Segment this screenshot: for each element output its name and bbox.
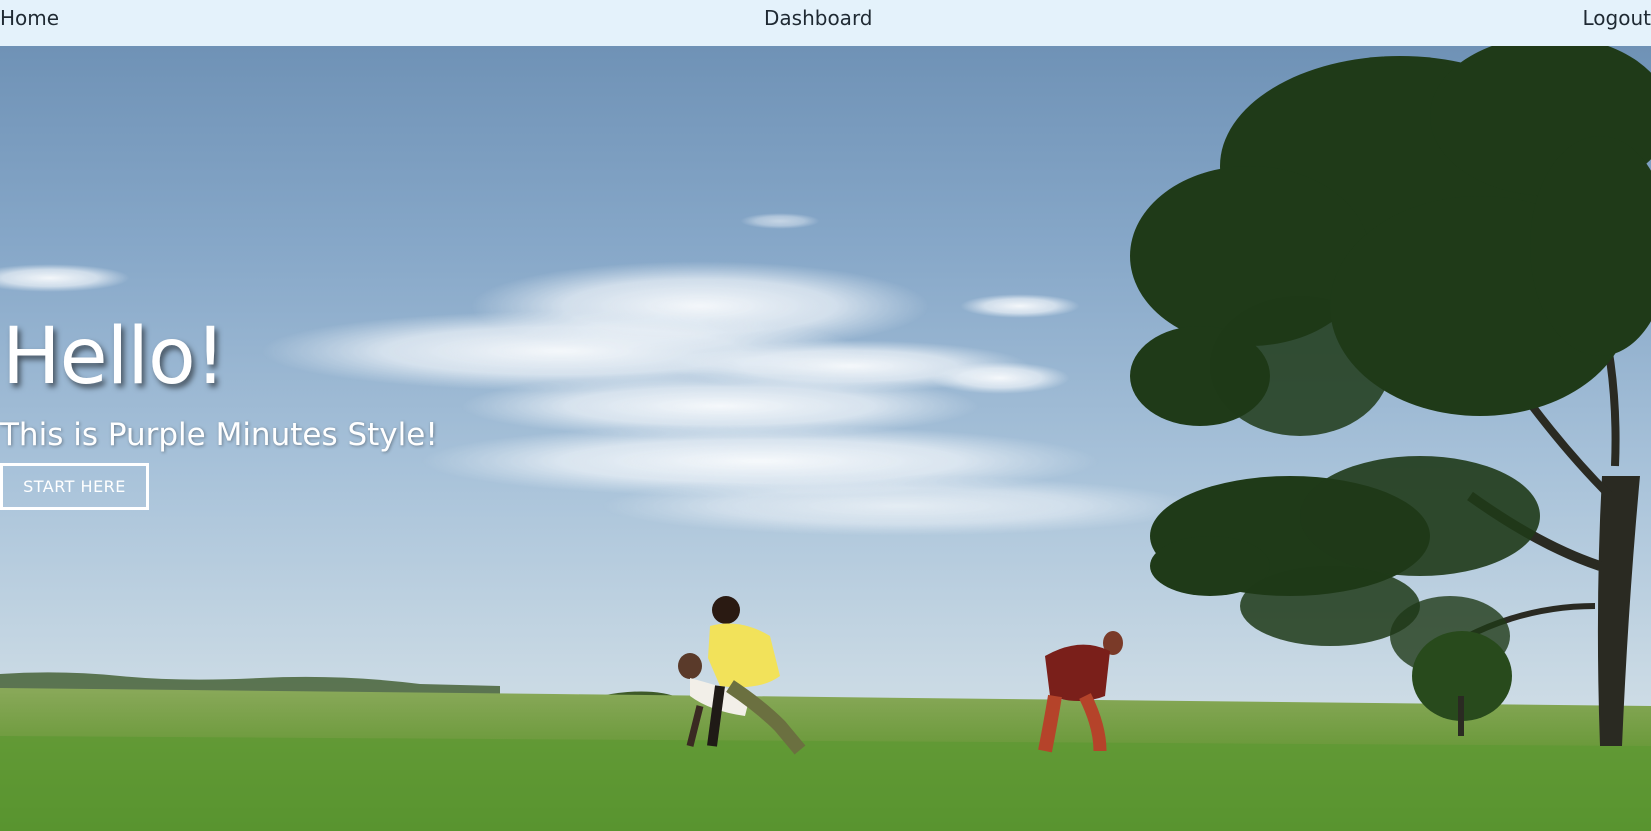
hero-subtitle: This is Purple Minutes Style! xyxy=(0,417,438,453)
hero-title: Hello! xyxy=(2,312,226,402)
tree-foliage xyxy=(1130,46,1651,676)
start-here-button[interactable]: START HERE xyxy=(0,463,149,510)
hero-section: Hello! This is Purple Minutes Style! STA… xyxy=(0,46,1651,831)
top-navbar: Home Dashboard Logout xyxy=(0,0,1651,46)
nav-home-link[interactable]: Home xyxy=(0,8,59,28)
nav-logout-link[interactable]: Logout xyxy=(1583,8,1651,28)
nav-dashboard-link[interactable]: Dashboard xyxy=(764,8,873,28)
